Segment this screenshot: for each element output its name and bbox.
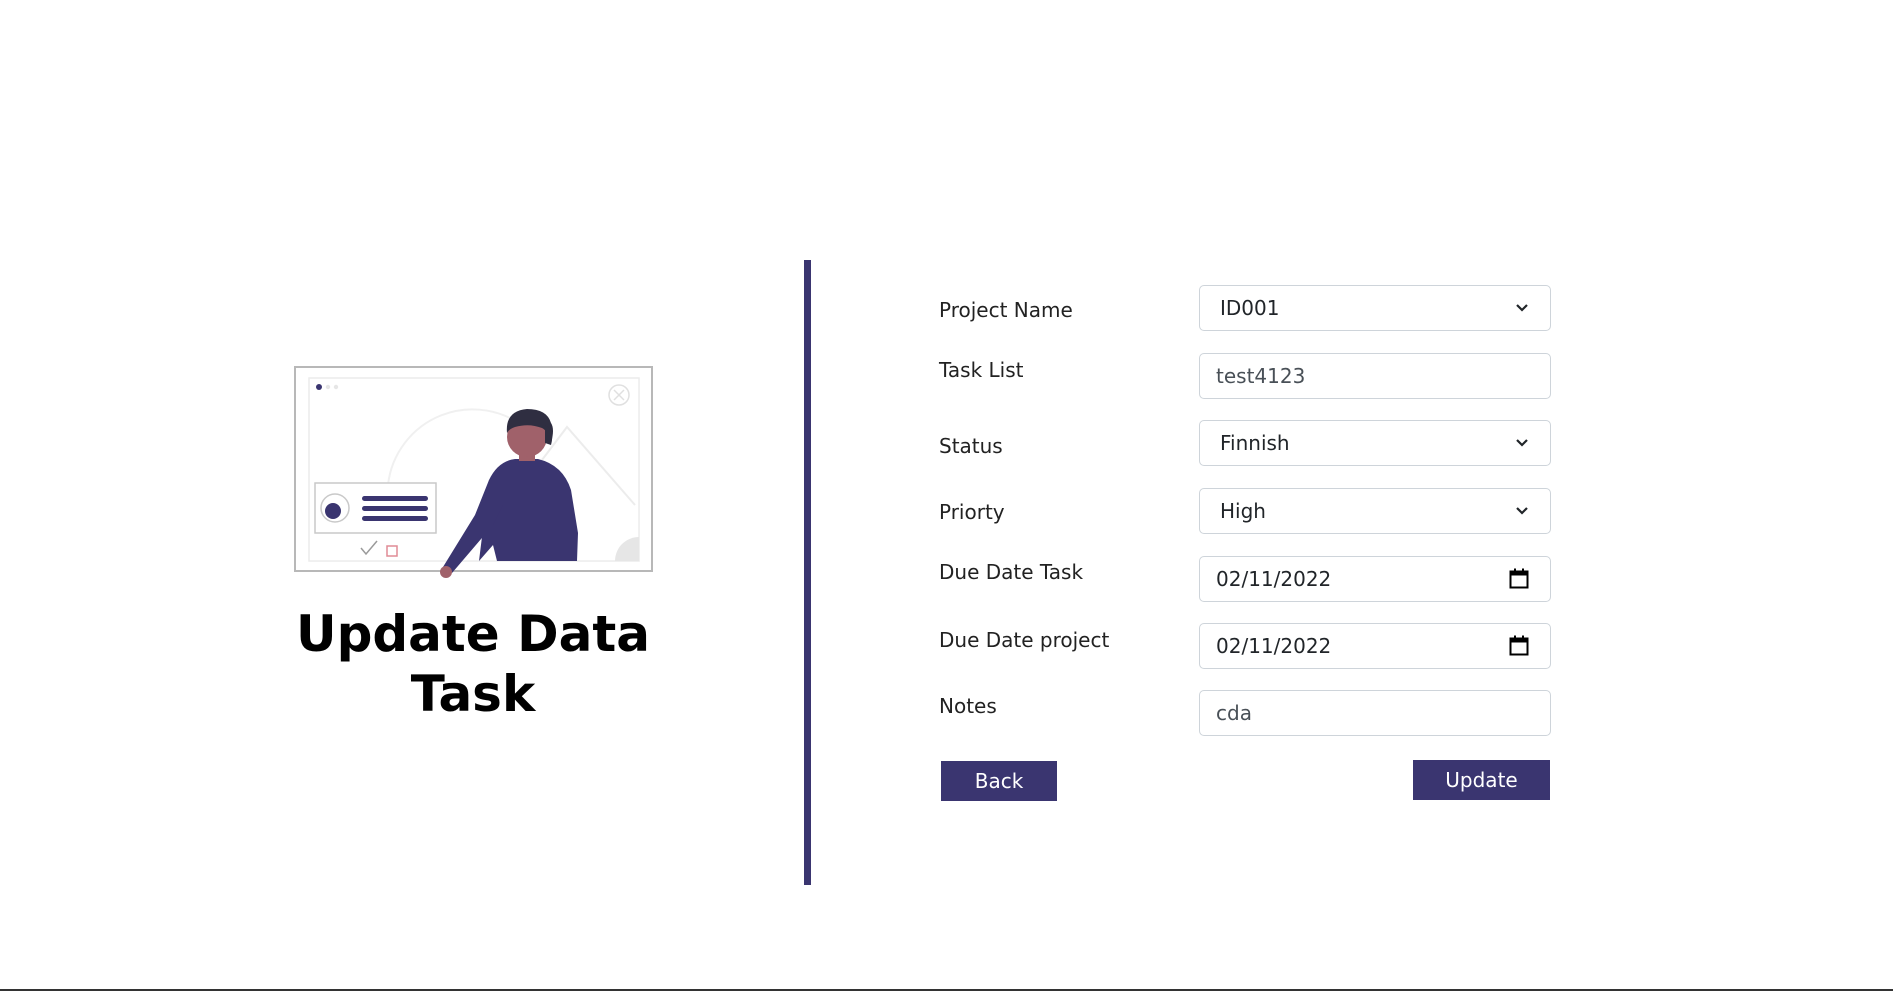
task-list-value: test4123 [1216,364,1306,388]
vertical-divider [804,260,811,885]
task-list-input[interactable]: test4123 [1199,353,1551,399]
due-date-project-label: Due Date project [939,628,1110,652]
priority-value: High [1220,499,1266,523]
chevron-down-icon [1514,503,1530,519]
due-date-project-value: 02/11/2022 [1216,634,1332,658]
page-title-line-1: Update Data [295,605,651,663]
calendar-icon[interactable] [1508,568,1530,590]
priority-select[interactable]: High [1199,488,1551,534]
due-date-task-input[interactable]: 02/11/2022 [1199,556,1551,602]
status-select[interactable]: Finnish [1199,420,1551,466]
project-name-select[interactable]: ID001 [1199,285,1551,331]
back-button[interactable]: Back [941,761,1057,801]
project-name-label: Project Name [939,298,1073,322]
due-date-task-label: Due Date Task [939,560,1084,584]
notes-label: Notes [939,694,997,718]
notes-input[interactable]: cda [1199,690,1551,736]
calendar-icon[interactable] [1508,635,1530,657]
due-date-project-input[interactable]: 02/11/2022 [1199,623,1551,669]
project-name-value: ID001 [1220,296,1280,320]
status-label: Status [939,434,1003,458]
page-title: Update Data Task [273,604,673,724]
page-title-line-2: Task [410,665,536,723]
notes-value: cda [1216,701,1252,725]
status-value: Finnish [1220,431,1290,455]
update-task-page: Update Data Task Project Name ID001 Task… [0,0,1893,991]
update-button[interactable]: Update [1413,760,1550,800]
chevron-down-icon [1514,435,1530,451]
priority-label: Priorty [939,500,1005,524]
due-date-task-value: 02/11/2022 [1216,567,1332,591]
chevron-down-icon [1514,300,1530,316]
person-presenting-illustration [293,365,654,580]
task-list-label: Task List [939,358,1024,382]
